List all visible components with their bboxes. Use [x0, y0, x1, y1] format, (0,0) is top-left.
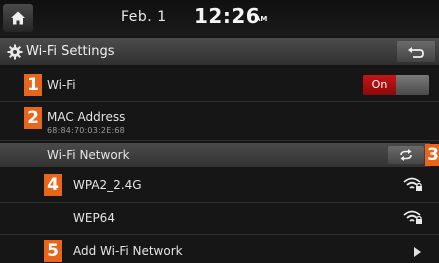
refresh-icon	[400, 149, 412, 161]
network-ssid[interactable]: WPA2_2.4G	[73, 178, 142, 192]
refresh-button[interactable]	[388, 146, 424, 164]
page-title: Wi-Fi Settings	[26, 44, 115, 59]
callout-5: 5	[44, 240, 62, 262]
wifi-toggle-off	[396, 75, 429, 95]
callout-4: 4	[44, 174, 62, 196]
divider	[0, 101, 439, 102]
wifi-network-label: Wi-Fi Network	[47, 148, 130, 162]
status-date: Feb. 1	[121, 9, 167, 25]
mac-address-value: 68:84:70:03:2E:68	[47, 126, 125, 135]
wifi-lock-icon	[403, 210, 422, 224]
divider	[0, 140, 439, 141]
callout-1: 1	[24, 74, 42, 96]
mac-address-label: MAC Address	[47, 110, 126, 124]
divider	[0, 234, 439, 235]
status-time: 12:26	[194, 4, 261, 28]
back-button[interactable]	[397, 41, 435, 62]
back-arrow-icon	[408, 46, 424, 58]
wifi-label: Wi-Fi	[47, 78, 76, 92]
wifi-lock-icon	[403, 177, 422, 191]
divider	[0, 202, 439, 203]
chevron-right-icon	[414, 247, 421, 257]
callout-3: 3	[425, 144, 439, 166]
network-ssid[interactable]: WEP64	[73, 211, 115, 225]
add-wifi-network-button[interactable]: Add Wi-Fi Network	[73, 244, 183, 258]
status-ampm: AM	[255, 15, 268, 23]
wifi-network-header: Wi-Fi Network	[0, 143, 430, 167]
screen: Feb. 1 12:26 AM Wi-Fi Settings 1 Wi-Fi O…	[0, 0, 439, 263]
home-button[interactable]	[3, 4, 33, 32]
status-bar: Feb. 1 12:26 AM	[0, 0, 439, 36]
gear-icon	[7, 44, 23, 60]
wifi-toggle-on: On	[363, 75, 396, 95]
title-bar: Wi-Fi Settings	[0, 38, 439, 65]
callout-2: 2	[24, 107, 42, 129]
wifi-toggle[interactable]: On	[363, 75, 429, 95]
home-icon	[11, 11, 25, 25]
